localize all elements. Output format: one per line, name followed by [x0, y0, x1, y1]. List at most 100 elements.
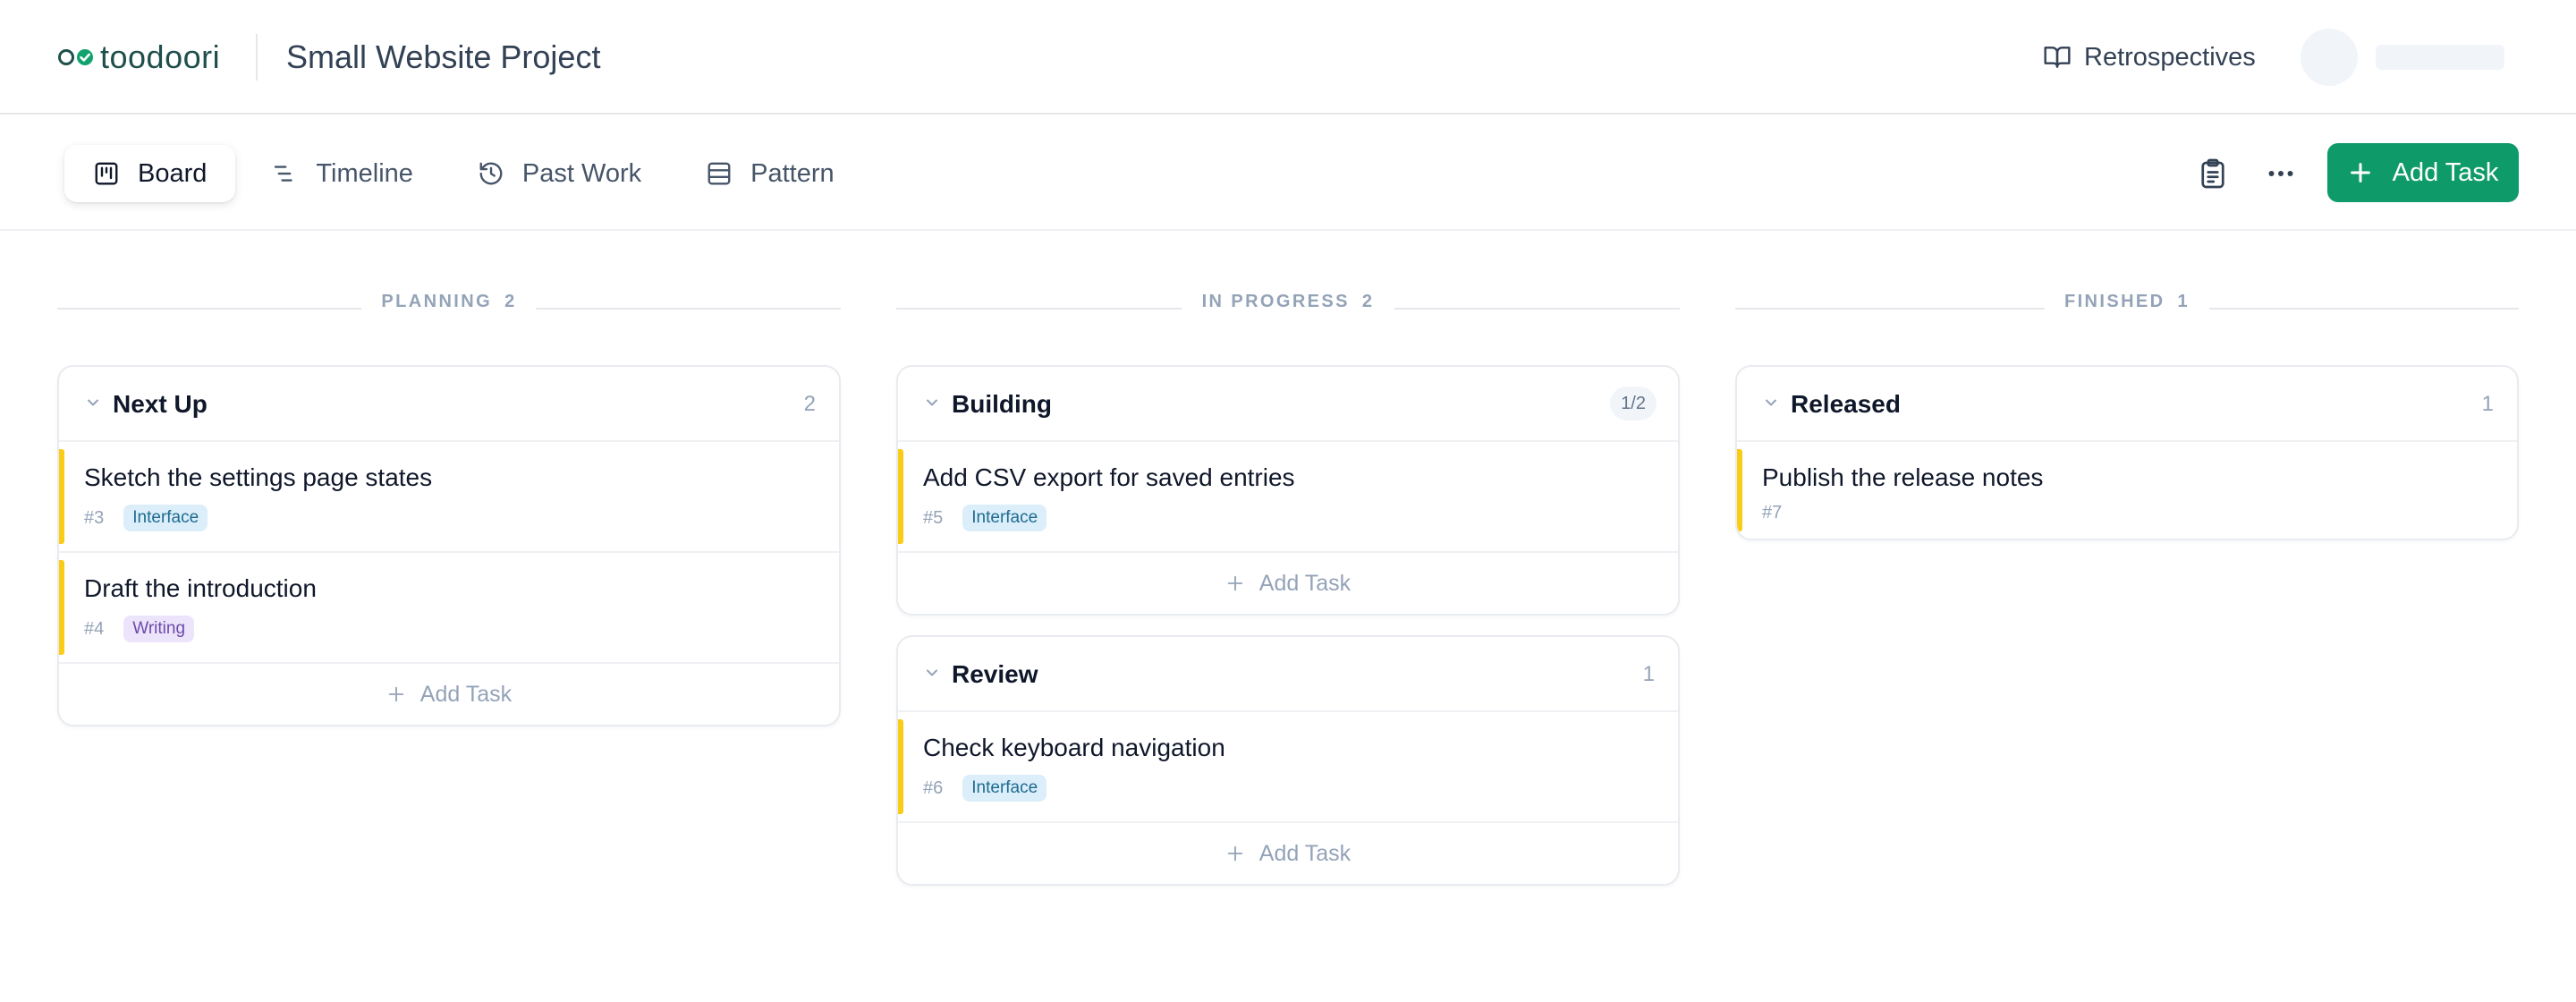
task-card[interactable]: Publish the release notes #7 [1737, 442, 2517, 539]
add-task-row[interactable]: Add Task [59, 664, 839, 725]
task-tag: Interface [962, 505, 1047, 531]
tab-timeline-label: Timeline [316, 158, 413, 188]
group-name: Next Up [113, 390, 208, 418]
task-card[interactable]: Check keyboard navigation #6 Interface [898, 712, 1678, 823]
header-divider [256, 34, 258, 81]
task-card[interactable]: Draft the introduction #4 Writing [59, 553, 839, 664]
add-task-button-label: Add Task [2392, 157, 2499, 187]
book-icon [2044, 47, 2071, 68]
notes-button[interactable] [2191, 152, 2234, 195]
tab-timeline[interactable]: Timeline [242, 145, 442, 202]
task-card[interactable]: Add CSV export for saved entries #5 Inte… [898, 442, 1678, 553]
view-toolbar: Board Timeline Past Work Pattern Add Tas… [0, 116, 2576, 231]
priority-bar [898, 449, 903, 544]
group-header[interactable]: Building 1/2 [898, 367, 1678, 442]
column-label: PLANNING [381, 292, 493, 311]
retrospectives-label: Retrospectives [2084, 42, 2256, 72]
column-planning: PLANNING 2 Next Up 2 Sketch the settings … [57, 284, 841, 726]
plus-icon [388, 686, 404, 702]
tab-pattern-label: Pattern [750, 158, 835, 188]
group-name: Building [952, 390, 1052, 418]
tab-pattern[interactable]: Pattern [677, 145, 863, 202]
group-count: 2 [803, 392, 816, 416]
priority-bar [59, 449, 64, 544]
user-name-placeholder [2376, 45, 2504, 70]
add-task-label: Add Task [1258, 840, 1352, 866]
column-label: FINISHED [2063, 292, 2165, 311]
retrospectives-link[interactable]: Retrospectives [2043, 36, 2256, 79]
group-count: 1 [2481, 392, 2494, 416]
task-meta: #7 [1762, 503, 1782, 523]
history-icon [479, 162, 503, 185]
tab-past-work-label: Past Work [521, 158, 642, 188]
add-task-button[interactable]: Add Task [2327, 143, 2519, 202]
add-task-label: Add Task [1258, 570, 1352, 596]
task-title: Add CSV export for saved entries [923, 463, 1295, 491]
column-header: FINISHED 1 [1735, 284, 2519, 331]
tab-board-label: Board [138, 158, 208, 188]
column-finished: FINISHED 1 Released 1 Publish the release… [1735, 284, 2519, 540]
task-tag: Writing [123, 616, 195, 642]
group-header[interactable]: Review 1 [898, 637, 1678, 712]
chevron-down-icon[interactable] [923, 394, 941, 412]
task-title: Publish the release notes [1762, 463, 2044, 491]
task-title: Sketch the settings page states [84, 463, 433, 491]
priority-bar [1737, 449, 1742, 531]
chevron-down-icon[interactable] [84, 394, 102, 412]
column-count: 2 [504, 292, 517, 311]
task-card[interactable]: Sketch the settings page states #3 Inter… [59, 442, 839, 553]
plus-icon [2350, 163, 2370, 183]
task-title: Check keyboard navigation [923, 734, 1225, 761]
priority-bar [59, 560, 64, 655]
group-released: Released 1 Publish the release notes #7 [1735, 365, 2519, 540]
group-count: 1/2 [1610, 386, 1657, 420]
plus-icon [1227, 575, 1243, 591]
column-title: FINISHED 1 [2044, 292, 2210, 312]
task-number: #3 [84, 507, 105, 528]
task-number: #6 [923, 777, 944, 798]
column-in-progress: IN PROGRESS 2 Building 1/2 Add CSV export… [896, 284, 1680, 886]
task-number: #5 [923, 507, 944, 528]
column-header: PLANNING 2 [57, 284, 841, 331]
task-meta: #3 Interface [84, 505, 208, 531]
board-icon [95, 162, 118, 185]
project-title: Small Website Project [286, 38, 601, 75]
add-task-row[interactable]: Add Task [898, 553, 1678, 614]
logo-text: toodoori [100, 38, 221, 75]
task-number: #4 [84, 618, 105, 639]
avatar[interactable] [2301, 29, 2358, 86]
group-name: Released [1791, 390, 1901, 418]
group-header[interactable]: Released 1 [1737, 367, 2517, 442]
group-count: 1 [1642, 662, 1655, 686]
column-title: IN PROGRESS 2 [1182, 292, 1394, 312]
more-horizontal-icon [2268, 171, 2293, 176]
column-header: IN PROGRESS 2 [896, 284, 1680, 331]
column-title: PLANNING 2 [361, 292, 537, 312]
column-label: IN PROGRESS [1201, 292, 1350, 311]
timeline-icon [275, 166, 293, 182]
task-tag: Interface [962, 775, 1047, 802]
add-task-label: Add Task [419, 681, 513, 707]
plus-icon [1227, 845, 1243, 862]
column-count: 1 [2177, 292, 2190, 311]
tab-board[interactable]: Board [64, 145, 236, 202]
view-tabs: Board Timeline Past Work Pattern [64, 145, 863, 202]
app-logo[interactable]: toodoori [57, 36, 220, 79]
group-building: Building 1/2 Add CSV export for saved en… [896, 365, 1680, 616]
task-meta: #6 Interface [923, 775, 1047, 802]
task-title: Draft the introduction [84, 574, 317, 602]
chevron-down-icon[interactable] [923, 664, 941, 682]
task-tag: Interface [123, 505, 208, 531]
group-review: Review 1 Check keyboard navigation #6 In… [896, 635, 1680, 886]
group-header[interactable]: Next Up 2 [59, 367, 839, 442]
chevron-down-icon[interactable] [1762, 394, 1780, 412]
priority-bar [898, 719, 903, 814]
logo-mark-icon [58, 49, 93, 65]
group-name: Review [952, 660, 1038, 688]
more-options-button[interactable] [2259, 152, 2302, 195]
add-task-row[interactable]: Add Task [898, 823, 1678, 884]
tab-past-work[interactable]: Past Work [449, 145, 670, 202]
top-header: toodoori Small Website Project Retrospec… [0, 0, 2576, 115]
clipboard-icon [2201, 158, 2224, 189]
pattern-icon [708, 162, 731, 185]
